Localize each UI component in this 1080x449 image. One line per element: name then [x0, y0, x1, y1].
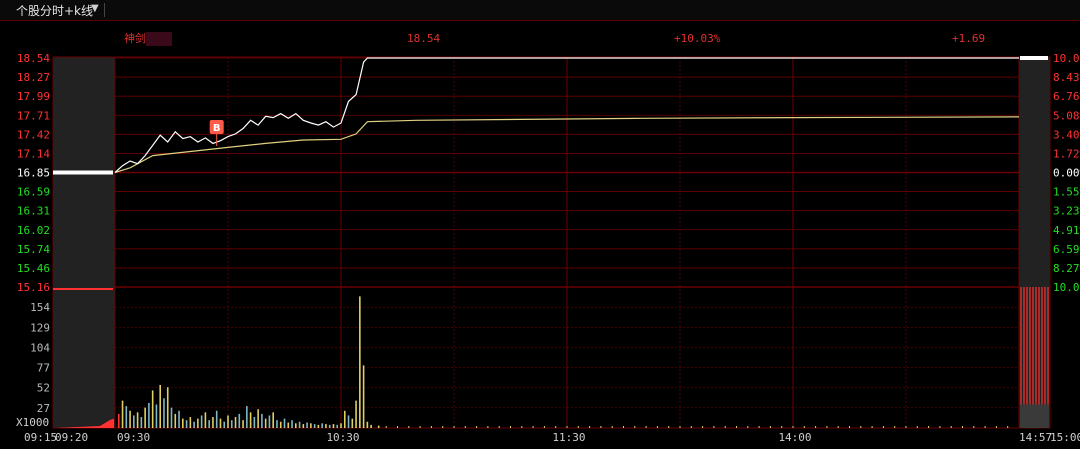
chart-frame: [52, 56, 1051, 429]
change-percent: +10.03%: [674, 32, 721, 45]
price-tick-label: 17.42: [17, 128, 50, 141]
price-tick-label: 15.16: [17, 281, 50, 294]
volume-tick-label: 129: [30, 321, 50, 334]
price-tick-label: 17.14: [17, 147, 50, 160]
percent-tick-label: 10.03%: [1053, 281, 1080, 294]
price-tick-label: 18.54: [17, 52, 50, 65]
price-tick-label: 16.85: [17, 167, 50, 180]
volume-axis: 154 129 104 77 52 27X1000: [16, 301, 50, 429]
volume-tick-label: 27: [37, 402, 50, 415]
intraday-chart[interactable]: 神剑 18.54 +10.03% +1.69 18.54 18.27 17.99 17…: [0, 0, 1080, 449]
percent-tick-label: 6.76%: [1053, 90, 1080, 103]
time-tick-label: 14:00: [778, 431, 811, 444]
time-axis: 09:1509:20 09:30 10:30 11:30 14:00 14:5715:00: [24, 431, 1080, 444]
time-tick-label: 09:30: [117, 431, 150, 444]
close-auction-volume: [1020, 404, 1049, 428]
time-tick-label: 14:57: [1019, 431, 1052, 444]
time-tick-label: 10:30: [326, 431, 359, 444]
percent-tick-label: 10.03%: [1053, 52, 1080, 65]
percent-tick-label: 3.40%: [1053, 128, 1080, 141]
last-price: 18.54: [407, 32, 440, 45]
time-tick-label: 09:20: [55, 431, 88, 444]
percent-tick-label: 1.72%: [1053, 147, 1080, 160]
percent-tick-label: 1.55%: [1053, 186, 1080, 199]
volume-tick-label: 77: [37, 362, 50, 375]
volume-tick-label: 52: [37, 382, 50, 395]
volume-unit-label: X1000: [16, 416, 49, 429]
redacted-block: [146, 32, 172, 46]
volume-tick-label: 104: [30, 341, 50, 354]
price-axis: 18.54 18.27 17.99 17.71 17.42 17.14 16.85 16.59…: [17, 52, 50, 294]
time-tick-label: 09:15: [24, 431, 57, 444]
buy-marker-label: B: [213, 123, 221, 134]
price-tick-label: 15.74: [17, 243, 50, 256]
time-tick-label: 15:00: [1050, 431, 1080, 444]
percent-tick-label: 8.27%: [1053, 262, 1080, 275]
percent-tick-label: 3.23%: [1053, 205, 1080, 218]
grid: [52, 56, 1051, 429]
volume-bars: [53, 56, 1049, 428]
price-tick-label: 16.02: [17, 224, 50, 237]
time-tick-label: 11:30: [552, 431, 585, 444]
percent-tick-label: 4.91%: [1053, 224, 1080, 237]
percent-tick-label: 6.59%: [1053, 243, 1080, 256]
percent-tick-label: 5.08%: [1053, 109, 1080, 122]
price-tick-label: 18.27: [17, 71, 50, 84]
change-value: +1.69: [952, 32, 985, 45]
pre-open-panel: [53, 57, 115, 428]
percent-axis: 10.03% 8.43% 6.76% 5.08% 3.40% 1.72% 0.00% 1.55…: [1053, 52, 1080, 294]
price-tick-label: 15.46: [17, 262, 50, 275]
volume-tick-label: 154: [30, 301, 50, 314]
price-tick-label: 17.71: [17, 109, 50, 122]
stock-name: 神剑: [124, 31, 146, 45]
price-tick-label: 16.31: [17, 205, 50, 218]
price-tick-label: 17.99: [17, 90, 50, 103]
price-tick-label: 16.59: [17, 186, 50, 199]
percent-tick-label: 0.00%: [1053, 167, 1080, 180]
percent-tick-label: 8.43%: [1053, 71, 1080, 84]
